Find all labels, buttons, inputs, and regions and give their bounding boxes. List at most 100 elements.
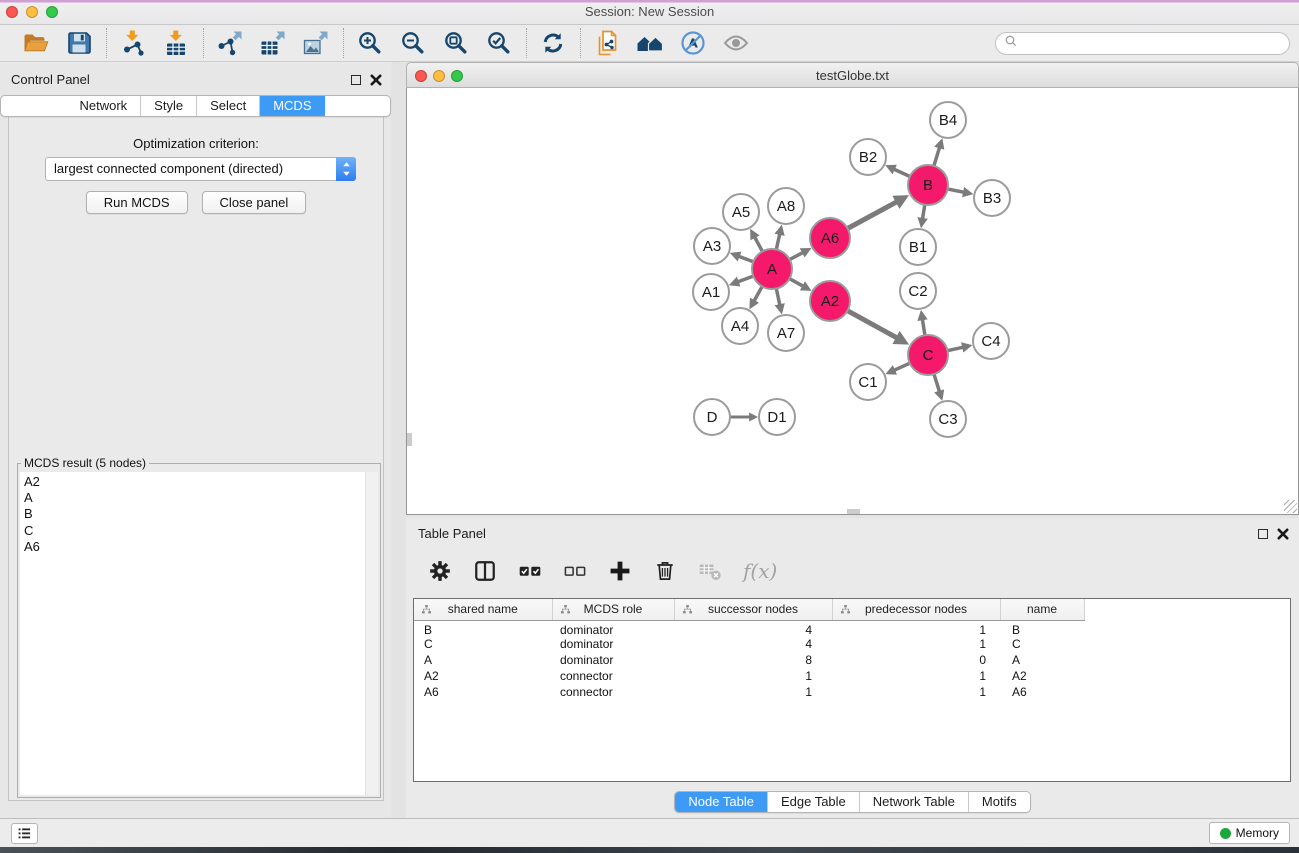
node-A[interactable]: A	[752, 249, 792, 289]
show-columns-button[interactable]	[472, 558, 498, 584]
table-row[interactable]: Bdominator41B	[414, 620, 1290, 637]
node-B1[interactable]: B1	[900, 229, 936, 265]
tab-motifs[interactable]: Motifs	[968, 792, 1030, 812]
mcds-result-list[interactable]: A2ABCA6	[20, 472, 378, 795]
hide-labels-button[interactable]	[678, 28, 709, 59]
close-panel-icon[interactable]	[370, 74, 382, 86]
edge-B-B1[interactable]	[923, 205, 925, 219]
node-A4[interactable]: A4	[722, 308, 758, 344]
memory-button[interactable]: Memory	[1209, 822, 1290, 844]
deselect-all-button[interactable]	[562, 558, 588, 584]
network-canvas[interactable]: B4B2BB3A8A5A6A3B1AA1C2A2A4A7C4CC1C3DD1	[406, 88, 1299, 515]
edge-A-A8[interactable]	[776, 234, 780, 250]
tab-style[interactable]: Style	[140, 96, 196, 116]
import-table-button[interactable]	[161, 28, 192, 59]
node-C1[interactable]: C1	[850, 364, 886, 400]
table-row[interactable]: A2connector11A2	[414, 668, 1290, 684]
edge-B-B4[interactable]	[934, 147, 940, 166]
column-header-shared-name[interactable]: shared name	[414, 599, 552, 620]
import-network-button[interactable]	[118, 28, 149, 59]
task-history-button[interactable]	[11, 823, 38, 844]
edge-C-C3[interactable]	[934, 374, 940, 392]
edge-A-A2[interactable]	[790, 279, 804, 287]
tab-node-table[interactable]: Node Table	[675, 792, 767, 812]
node-A2[interactable]: A2	[810, 281, 850, 321]
close-panel-button[interactable]: Close panel	[202, 191, 307, 214]
horizontal-scrollbar-thumb[interactable]	[847, 509, 860, 514]
tab-mcds[interactable]: MCDS	[259, 96, 324, 116]
node-B3[interactable]: B3	[974, 180, 1010, 216]
edge-A-A5[interactable]	[755, 237, 763, 251]
node-C4[interactable]: C4	[973, 323, 1009, 359]
search-input[interactable]	[1019, 36, 1281, 51]
node-A6[interactable]: A6	[810, 218, 850, 258]
edge-C-C1[interactable]	[894, 363, 910, 370]
edge-C-C2[interactable]	[922, 319, 925, 335]
node-C2[interactable]: C2	[900, 273, 936, 309]
mcds-result-item[interactable]: A	[20, 490, 378, 506]
node-B2[interactable]: B2	[850, 139, 886, 175]
node-D[interactable]: D	[694, 399, 730, 435]
refresh-button[interactable]	[538, 28, 569, 59]
tab-edge-table[interactable]: Edge Table	[767, 792, 859, 812]
node-A5[interactable]: A5	[723, 194, 759, 230]
export-network-button[interactable]	[215, 28, 246, 59]
edge-A-A7[interactable]	[776, 289, 780, 306]
criterion-select[interactable]: largest connected component (directed)	[45, 157, 356, 181]
float-panel-icon[interactable]	[351, 75, 361, 85]
vertical-scrollbar-thumb[interactable]	[407, 433, 412, 446]
copy-network-button[interactable]	[592, 28, 623, 59]
edge-C-C4[interactable]	[948, 347, 964, 351]
node-B[interactable]: B	[908, 165, 948, 205]
table-row[interactable]: Cdominator41C	[414, 637, 1290, 653]
network-window-title-bar[interactable]: testGlobe.txt	[406, 62, 1299, 88]
table-options-button[interactable]	[427, 558, 453, 584]
node-C3[interactable]: C3	[930, 401, 966, 437]
table-row[interactable]: A6connector11A6	[414, 684, 1290, 700]
mcds-result-item[interactable]: A2	[20, 474, 378, 490]
column-header-name[interactable]: name	[1000, 599, 1084, 620]
network-graph[interactable]: B4B2BB3A8A5A6A3B1AA1C2A2A4A7C4CC1C3DD1	[407, 88, 1298, 513]
close-table-panel-icon[interactable]	[1277, 528, 1289, 540]
tab-select[interactable]: Select	[196, 96, 259, 116]
node-A3[interactable]: A3	[694, 228, 730, 264]
export-image-button[interactable]	[301, 28, 332, 59]
edge-B-B3[interactable]	[948, 189, 965, 192]
edge-A-A3[interactable]	[739, 256, 754, 262]
open-file-button[interactable]	[21, 28, 52, 59]
column-header-mcds-role[interactable]: MCDS role	[552, 599, 674, 620]
edge-A-A4[interactable]	[754, 286, 762, 301]
search-box[interactable]	[995, 32, 1290, 55]
delete-column-button[interactable]	[652, 558, 678, 584]
window-resize-grip[interactable]	[1284, 500, 1297, 513]
node-C[interactable]: C	[908, 335, 948, 375]
select-all-button[interactable]	[517, 558, 543, 584]
column-header-successor-nodes[interactable]: successor nodes	[674, 599, 832, 620]
edge-B-B2[interactable]	[894, 169, 910, 176]
float-table-panel-icon[interactable]	[1258, 529, 1268, 539]
table-row[interactable]: Adominator80A	[414, 652, 1290, 668]
node-B4[interactable]: B4	[930, 102, 966, 138]
save-session-button[interactable]	[64, 28, 95, 59]
export-table-button[interactable]	[258, 28, 289, 59]
edge-A-A6[interactable]	[790, 252, 804, 259]
node-A8[interactable]: A8	[768, 188, 804, 224]
column-header-predecessor-nodes[interactable]: predecessor nodes	[832, 599, 1000, 620]
add-column-button[interactable]	[607, 558, 633, 584]
zoom-out-button[interactable]	[398, 28, 429, 59]
run-mcds-button[interactable]: Run MCDS	[86, 191, 188, 214]
mcds-result-item[interactable]: A6	[20, 539, 378, 555]
home-button[interactable]	[635, 28, 666, 59]
edge-A-A1[interactable]	[738, 276, 754, 282]
zoom-in-button[interactable]	[355, 28, 386, 59]
tab-network-table[interactable]: Network Table	[859, 792, 968, 812]
mcds-result-item[interactable]: B	[20, 506, 378, 522]
edge-A6-B[interactable]	[848, 202, 898, 229]
mcds-result-item[interactable]: C	[20, 523, 378, 539]
result-list-scrollbar[interactable]	[365, 472, 378, 795]
show-eye-button[interactable]	[721, 28, 752, 59]
node-A1[interactable]: A1	[693, 274, 729, 310]
zoom-selected-button[interactable]	[484, 28, 515, 59]
edge-A2-C[interactable]	[848, 311, 898, 338]
zoom-fit-button[interactable]	[441, 28, 472, 59]
